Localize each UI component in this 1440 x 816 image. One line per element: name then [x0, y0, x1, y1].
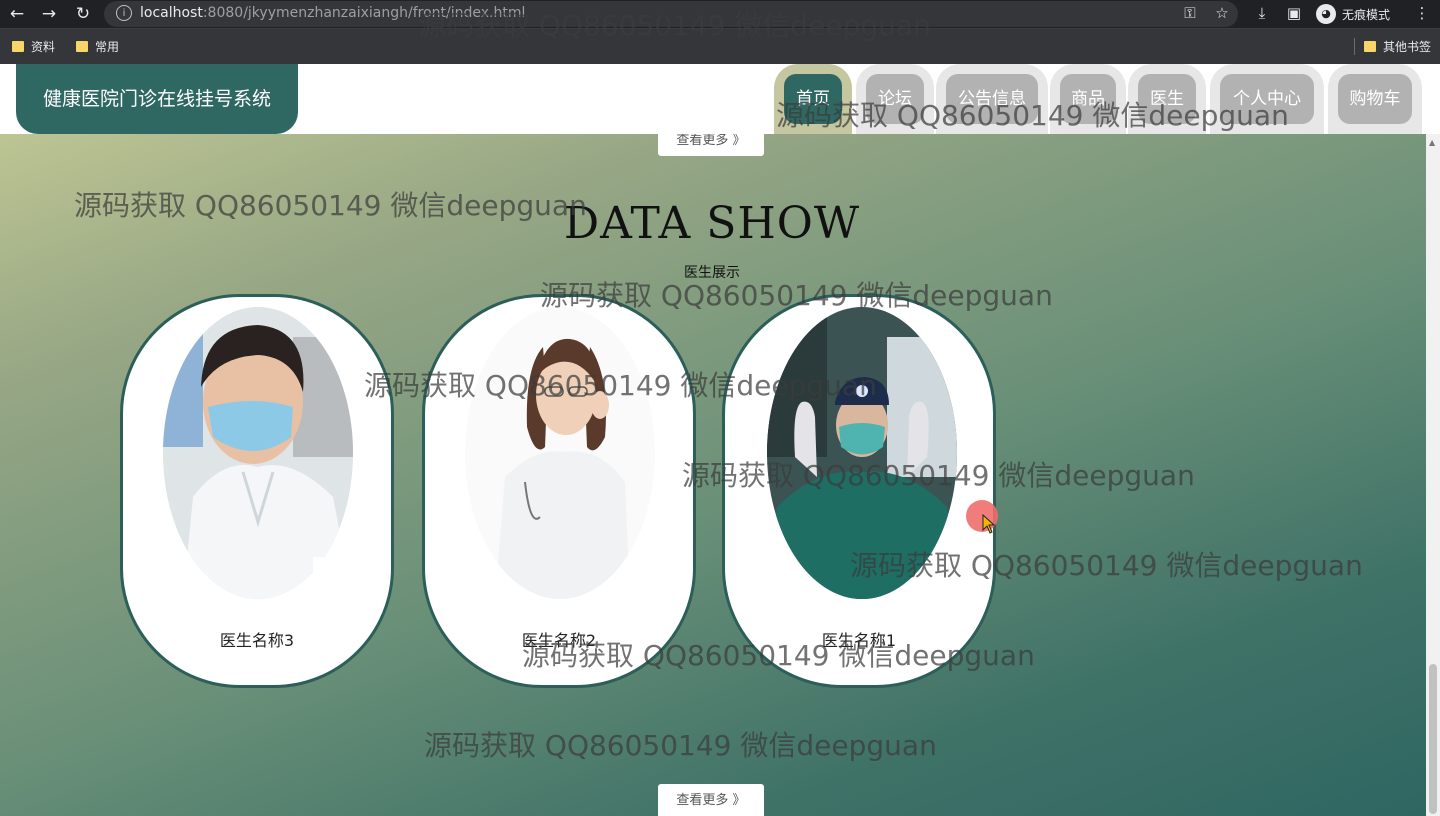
scroll-thumb[interactable] — [1429, 664, 1437, 814]
nav-item-home[interactable]: 首页 — [774, 64, 852, 134]
view-more-button-bottom[interactable]: 查看更多 》 — [658, 784, 764, 816]
incognito-icon: ◕ — [1316, 4, 1336, 24]
nav-label: 商品 — [1060, 74, 1116, 124]
url-text[interactable]: localhost:8080/jkyymenzhanzaixiangh/fron… — [140, 5, 525, 21]
doctor-photo — [163, 307, 353, 599]
nav-item-cart[interactable]: 购物车 — [1328, 64, 1422, 134]
site-info-icon[interactable]: i — [116, 5, 132, 21]
menu-kebab-icon[interactable]: ⋮ — [1412, 4, 1432, 22]
key-icon[interactable]: ⚿ — [1180, 4, 1200, 22]
section-subtitle: 医生展示 — [684, 265, 740, 281]
site-header: 健康医院门诊在线挂号系统 首页 论坛 公告信息 商品 医生 个人中心 购物车 — [0, 64, 1440, 134]
doctor-name: 医生名称2 — [521, 631, 597, 650]
section-title: DATA SHOW — [563, 198, 861, 249]
back-icon[interactable]: ← — [6, 3, 28, 25]
nav-item-doctors[interactable]: 医生 — [1128, 64, 1206, 134]
nav-label: 购物车 — [1338, 74, 1412, 124]
doctor-name: 医生名称1 — [821, 631, 897, 650]
nav-item-products[interactable]: 商品 — [1050, 64, 1126, 134]
doctor-photo — [767, 307, 957, 599]
nav-item-forum[interactable]: 论坛 — [856, 64, 934, 134]
nav-label: 论坛 — [866, 74, 924, 124]
doctor-name: 医生名称3 — [219, 631, 295, 650]
scroll-up-icon[interactable]: ▲ — [1429, 138, 1435, 147]
incognito-indicator[interactable]: ◕ 无痕模式 — [1316, 3, 1390, 25]
site-logo-title[interactable]: 健康医院门诊在线挂号系统 — [16, 64, 298, 134]
forward-icon[interactable]: → — [38, 3, 60, 25]
url-host: localhost — [140, 5, 203, 21]
doctor-photo — [465, 307, 655, 599]
page-content: 查看更多 》 DATA SHOW 医生展示 医生名称3 医生名称2 医生名称1 … — [0, 64, 1440, 816]
bookmark-label: 常用 — [95, 40, 120, 54]
star-icon[interactable]: ☆ — [1212, 4, 1232, 22]
nav-label: 医生 — [1138, 74, 1196, 124]
bookmarks-bar: 资料 常用 其他书签 — [0, 28, 1440, 65]
browser-toolbar: ← → ↻ i localhost:8080/jkyymenzhanzaixia… — [0, 0, 1440, 28]
folder-icon — [76, 41, 88, 52]
bookmarks-divider — [1354, 38, 1355, 55]
other-bookmarks-label: 其他书签 — [1383, 40, 1432, 54]
bookmark-folder[interactable]: 资料 — [12, 38, 55, 55]
nav-item-notices[interactable]: 公告信息 — [936, 64, 1048, 134]
address-bar[interactable]: i localhost:8080/jkyymenzhanzaixiangh/fr… — [104, 1, 1238, 27]
incognito-label: 无痕模式 — [1342, 7, 1391, 22]
nav-label: 首页 — [784, 74, 842, 124]
nav-label: 个人中心 — [1220, 74, 1314, 124]
folder-icon — [1364, 41, 1376, 52]
folder-icon — [12, 41, 24, 52]
mouse-pointer-icon — [982, 514, 996, 534]
doctor-card[interactable]: 医生名称3 — [120, 294, 394, 688]
other-bookmarks[interactable]: 其他书签 — [1364, 38, 1431, 55]
download-icon[interactable]: ⤓ — [1252, 4, 1272, 22]
bookmark-label: 资料 — [31, 40, 56, 54]
sidepanel-icon[interactable]: ▣ — [1284, 4, 1304, 22]
bookmark-folder[interactable]: 常用 — [76, 38, 119, 55]
doctor-card[interactable]: 医生名称1 — [722, 294, 996, 688]
nav-item-profile[interactable]: 个人中心 — [1210, 64, 1324, 134]
page-scrollbar[interactable]: ▲ — [1426, 134, 1440, 816]
nav-label: 公告信息 — [946, 74, 1038, 124]
url-path: :8080/jkyymenzhanzaixiangh/front/index.h… — [202, 5, 526, 21]
doctor-card[interactable]: 医生名称2 — [422, 294, 696, 688]
reload-icon[interactable]: ↻ — [72, 3, 94, 25]
